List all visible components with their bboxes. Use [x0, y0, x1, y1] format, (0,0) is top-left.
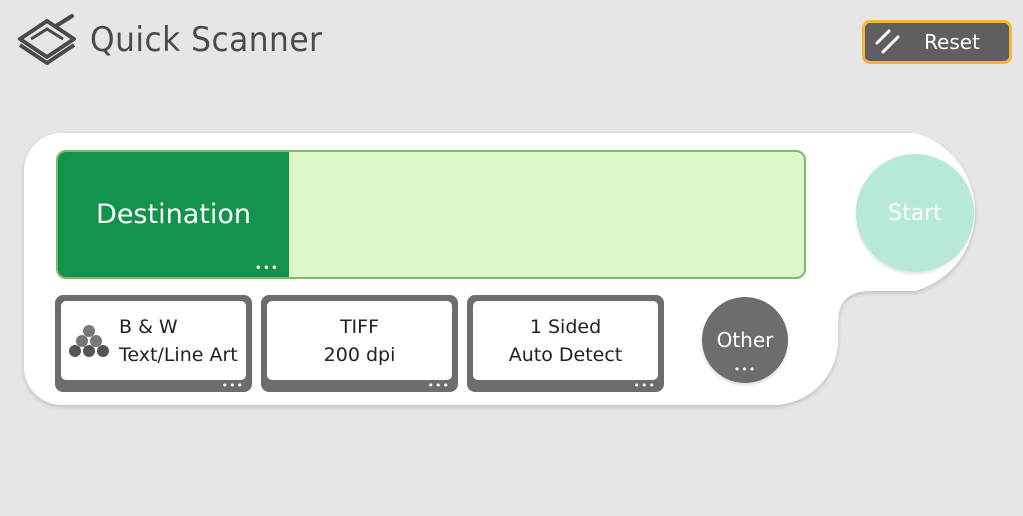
destination-button[interactable]: Destination •••	[58, 152, 289, 277]
sides-face: 1 Sided Auto Detect	[473, 301, 658, 380]
sides-line2: Auto Detect	[508, 343, 623, 366]
destination-field[interactable]: Destination •••	[56, 150, 806, 279]
color-mode-line2: Text/Line Art	[119, 343, 238, 366]
file-format-button[interactable]: TIFF 200 dpi •••	[261, 295, 458, 392]
more-dots-icon: •••	[221, 379, 244, 392]
start-label: Start	[888, 200, 942, 226]
color-mode-line1: B & W	[119, 315, 178, 338]
file-format-line1: TIFF	[339, 315, 380, 338]
more-dots-icon: •••	[733, 363, 757, 376]
other-button[interactable]: Other •••	[702, 297, 788, 383]
destination-label: Destination	[96, 199, 251, 230]
more-dots-icon: •••	[427, 379, 450, 392]
bw-dots-icon	[69, 324, 109, 357]
sides-button[interactable]: 1 Sided Auto Detect •••	[467, 295, 664, 392]
color-mode-button[interactable]: B & W Text/Line Art •••	[55, 295, 252, 392]
more-dots-icon: •••	[254, 261, 279, 275]
color-mode-face: B & W Text/Line Art	[61, 301, 246, 380]
file-format-line2: 200 dpi	[323, 343, 396, 366]
sides-line1: 1 Sided	[529, 315, 602, 338]
start-button[interactable]: Start	[856, 154, 974, 272]
more-dots-icon: •••	[633, 379, 656, 392]
other-label: Other	[716, 328, 774, 352]
file-format-face: TIFF 200 dpi	[267, 301, 452, 380]
